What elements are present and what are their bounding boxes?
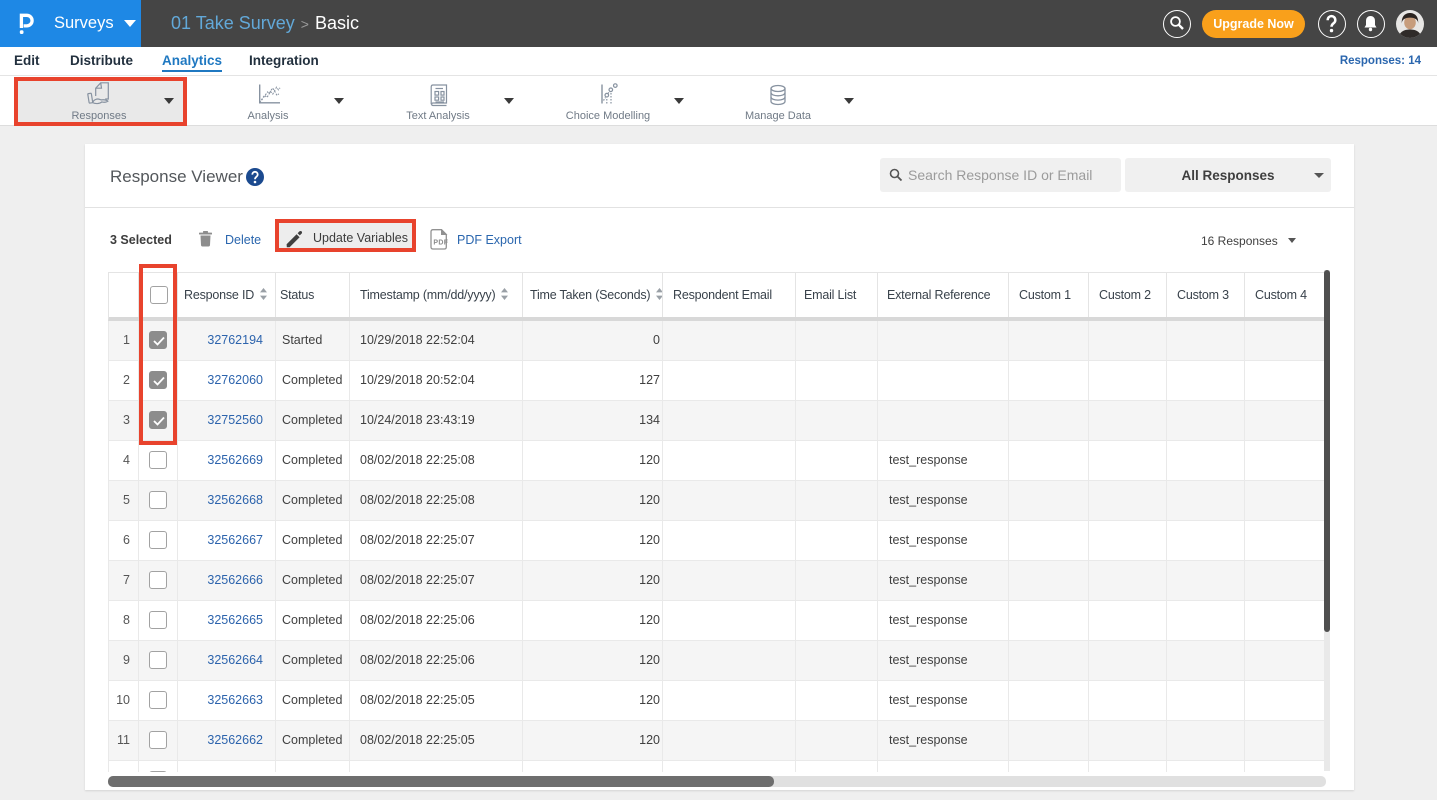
svg-text:PDF: PDF (433, 240, 448, 247)
